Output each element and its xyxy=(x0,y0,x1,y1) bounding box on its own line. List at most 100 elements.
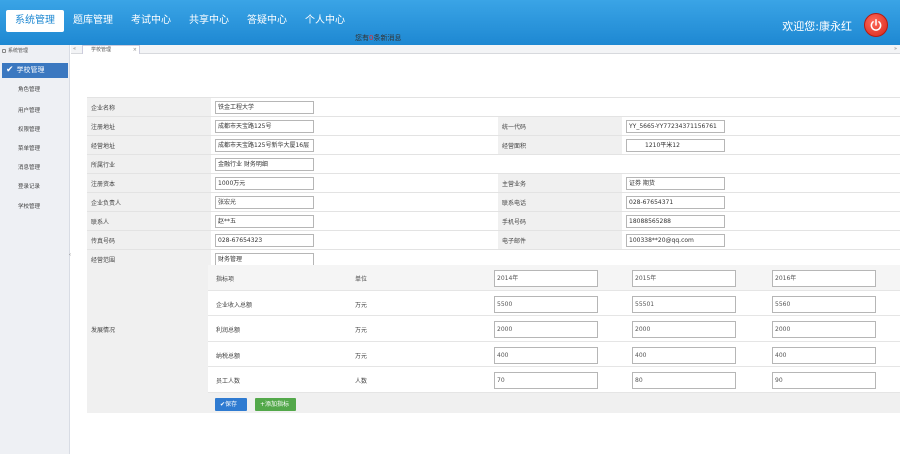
value-field[interactable]: 2000 xyxy=(632,321,736,339)
contact-phone-field[interactable]: 028-67654371 xyxy=(626,195,725,209)
sidebar-item-roles[interactable]: 角色管理 xyxy=(18,85,40,93)
email-label: 电子邮件 xyxy=(498,230,622,250)
nav-item-share-center[interactable]: 共享中心 xyxy=(180,10,238,32)
sidebar-item-users[interactable]: 用户管理 xyxy=(18,106,40,114)
value-field[interactable]: 2000 xyxy=(494,321,598,339)
value-field[interactable]: 400 xyxy=(632,346,736,364)
unit-header: 单位 xyxy=(355,276,368,283)
value-field[interactable]: 90 xyxy=(772,372,876,390)
tab-scroll-left-icon[interactable]: « xyxy=(73,46,76,52)
sidebar-title: 系统管理 xyxy=(2,47,28,54)
fax-field[interactable]: 028-67654323 xyxy=(215,233,314,247)
tab-bar: « 学校管理 × » xyxy=(71,45,900,54)
check-icon: ✔ xyxy=(6,65,14,75)
sidebar-item-label: 学校管理 xyxy=(16,66,45,74)
contact-phone-label: 联系电话 xyxy=(498,192,622,212)
email-field[interactable]: 100338**20@qq.com xyxy=(626,233,725,247)
notice-suffix: 条新消息 xyxy=(373,34,402,42)
year-field[interactable]: 2016年 xyxy=(772,270,876,287)
value-field[interactable]: 70 xyxy=(494,372,598,390)
sidebar-item-messages[interactable]: 消息管理 xyxy=(18,163,40,171)
top-bar: 系统管理 题库管理 考试中心 共享中心 答疑中心 个人中心 欢迎您:康永红 xyxy=(0,0,900,45)
indicator-name: 纳税总额 xyxy=(216,352,241,360)
close-icon[interactable]: × xyxy=(133,46,137,54)
office-addr-label: 经营地址 xyxy=(87,135,211,155)
industry-field[interactable]: 金融行业 财务明细 xyxy=(215,157,314,171)
form-row: 注册地址 成都市天宝路125号 统一代码 YY_5665-YY772343711… xyxy=(87,116,900,136)
business-label: 主营业务 xyxy=(498,173,622,193)
form-row: 注册资本 1000万元 主营业务 证券 期货 xyxy=(87,173,900,193)
message-notice[interactable]: 您有0条新消息 xyxy=(355,33,401,43)
value-field[interactable]: 80 xyxy=(632,372,736,390)
contact-label: 联系人 xyxy=(87,211,211,231)
reg-addr-label: 注册地址 xyxy=(87,116,211,136)
company-name-label: 企业名称 xyxy=(87,97,211,117)
year-field[interactable]: 2014年 xyxy=(494,270,598,287)
sidebar-item-school-active[interactable]: ✔ 学校管理 xyxy=(2,63,68,78)
sidebar-item-permissions[interactable]: 权限管理 xyxy=(18,125,40,133)
tab-scroll-right-icon[interactable]: » xyxy=(894,46,897,52)
indicator-name: 员工人数 xyxy=(216,378,241,386)
tab-school-management[interactable]: 学校管理 × xyxy=(82,45,140,54)
save-button[interactable]: ✔保存 xyxy=(215,398,247,411)
nav-item-system[interactable]: 系统管理 xyxy=(6,10,64,32)
nav-item-personal-center[interactable]: 个人中心 xyxy=(296,10,354,32)
save-label: 保存 xyxy=(225,401,238,408)
scope-field[interactable]: 财务管理 xyxy=(215,252,314,266)
sidebar-item-school[interactable]: 学校管理 xyxy=(18,202,40,210)
capital-field[interactable]: 1000万元 xyxy=(215,176,314,190)
table-row: 员工人数 人数 70 80 90 xyxy=(208,367,900,393)
indicator-unit: 人数 xyxy=(355,378,368,386)
indicator-name: 企业收入总额 xyxy=(216,301,253,309)
legal-field[interactable]: 张宏光 xyxy=(215,195,314,209)
indicator-unit: 万元 xyxy=(355,327,368,335)
logout-button[interactable] xyxy=(864,13,888,37)
office-area-label: 经营面积 xyxy=(498,135,622,155)
legal-label: 企业负责人 xyxy=(87,192,211,212)
value-field[interactable]: 400 xyxy=(494,346,598,364)
form-row: 经营地址 成都市天宝路125号新华大厦16层 经营面积 1210平米12 xyxy=(87,135,900,155)
sidebar: 系统管理 ✔ 学校管理 角色管理 用户管理 权限管理 菜单管理 消息管理 登录记… xyxy=(0,45,70,454)
company-name-field[interactable]: 铁金工程大学 xyxy=(215,100,314,114)
sidebar-collapse-handle[interactable]: ‹ xyxy=(69,252,71,258)
capital-label: 注册资本 xyxy=(87,173,211,193)
add-indicator-button[interactable]: +添加指标 xyxy=(255,398,296,411)
contact-field[interactable]: 赵**五 xyxy=(215,214,314,228)
indicator-name: 利润总额 xyxy=(216,327,241,335)
welcome-text: 欢迎您:康永红 xyxy=(782,20,852,33)
business-field[interactable]: 证券 期货 xyxy=(626,176,725,190)
table-row: 纳税总额 万元 400 400 400 xyxy=(208,342,900,368)
nav-item-question-bank[interactable]: 题库管理 xyxy=(64,10,122,32)
value-field[interactable]: 55501 xyxy=(632,295,736,313)
sidebar-title-label: 系统管理 xyxy=(8,48,29,54)
form-row: 所属行业 金融行业 财务明细 xyxy=(87,154,900,174)
sidebar-item-login-log[interactable]: 登录记录 xyxy=(18,182,40,190)
value-field[interactable]: 2000 xyxy=(772,321,876,339)
office-addr-field[interactable]: 成都市天宝路125号新华大厦16层 xyxy=(215,138,314,152)
action-bar: ✔保存 +添加指标 xyxy=(87,393,900,413)
notice-prefix: 您有 xyxy=(355,34,369,42)
sidebar-item-menus[interactable]: 菜单管理 xyxy=(18,144,40,152)
year-field[interactable]: 2015年 xyxy=(632,270,736,287)
credit-code-field[interactable]: YY_5665-YY77234371156761 xyxy=(626,119,725,133)
development-label: 发展情况 xyxy=(87,265,208,393)
company-form: 企业名称 铁金工程大学 注册地址 成都市天宝路125号 统一代码 YY_5665… xyxy=(87,97,900,269)
nav-item-exam-center[interactable]: 考试中心 xyxy=(122,10,180,32)
form-row: 联系人 赵**五 手机号码 18088565288 xyxy=(87,211,900,231)
mobile-field[interactable]: 18088565288 xyxy=(626,214,725,228)
form-row: 企业负责人 张宏光 联系电话 028-67654371 xyxy=(87,192,900,212)
credit-code-label: 统一代码 xyxy=(498,116,622,136)
form-row: 企业名称 铁金工程大学 xyxy=(87,97,900,117)
tab-label: 学校管理 xyxy=(91,47,112,53)
value-field[interactable]: 5500 xyxy=(494,295,598,313)
industry-label: 所属行业 xyxy=(87,154,211,174)
reg-addr-field[interactable]: 成都市天宝路125号 xyxy=(215,119,314,133)
indicator-unit: 万元 xyxy=(355,352,368,360)
value-field[interactable]: 5560 xyxy=(772,295,876,313)
value-field[interactable]: 400 xyxy=(772,346,876,364)
table-row: 企业收入总额 万元 5500 55501 5560 xyxy=(208,291,900,317)
nav-item-qa-center[interactable]: 答疑中心 xyxy=(238,10,296,32)
development-header-row: 指标项 单位 2014年 2015年 2016年 xyxy=(208,265,900,291)
office-area-field[interactable]: 1210平米12 xyxy=(626,138,725,152)
fax-label: 传真号码 xyxy=(87,230,211,250)
